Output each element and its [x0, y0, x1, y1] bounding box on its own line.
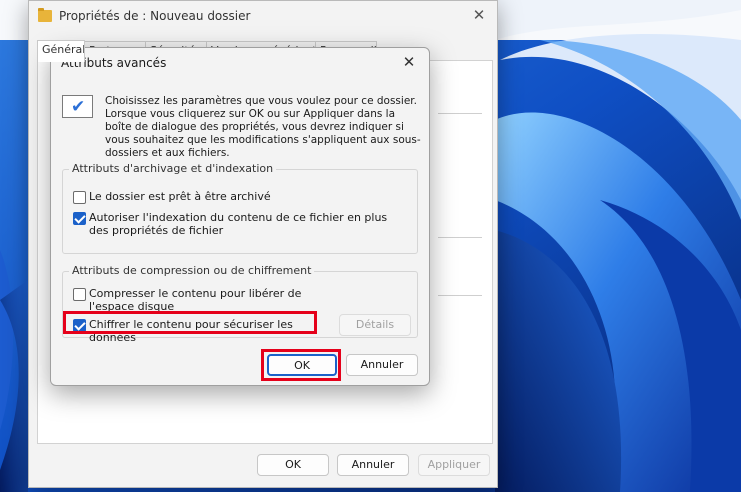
properties-apply-button[interactable]: Appliquer: [418, 454, 490, 476]
divider: [438, 237, 482, 238]
archive-checkbox[interactable]: [73, 191, 86, 204]
checkmark-icon: ✔: [62, 95, 93, 118]
close-icon[interactable]: ✕: [399, 52, 419, 72]
close-icon[interactable]: ✕: [469, 5, 489, 25]
archive-group-legend: Attributs d'archivage et d'indexation: [69, 162, 277, 175]
tab-general[interactable]: Général: [37, 40, 85, 62]
ok-highlight-box: [261, 349, 341, 381]
divider: [438, 113, 482, 114]
compress-group-legend: Attributs de compression ou de chiffreme…: [69, 264, 315, 277]
properties-titlebar: Propriétés de : Nouveau dossier ✕: [29, 1, 497, 33]
index-label: Autoriser l'indexation du contenu de ce …: [89, 211, 388, 237]
properties-window-title: Propriétés de : Nouveau dossier: [59, 9, 251, 23]
properties-ok-button[interactable]: OK: [257, 454, 329, 476]
archive-index-group: Attributs d'archivage et d'indexation Le…: [62, 162, 418, 254]
compress-checkbox[interactable]: [73, 288, 86, 301]
compress-checkbox-row[interactable]: Compresser le contenu pour libérer de l'…: [73, 287, 333, 313]
details-button[interactable]: Détails: [339, 314, 411, 336]
compress-label: Compresser le contenu pour libérer de l'…: [89, 287, 302, 313]
info-text: Choisissez les paramètres que vous voule…: [105, 95, 421, 159]
properties-cancel-button[interactable]: Annuler: [337, 454, 409, 476]
dialog-cancel-button[interactable]: Annuler: [346, 354, 418, 376]
encrypt-highlight-box: [63, 311, 317, 334]
archive-checkbox-row[interactable]: Le dossier est prêt à être archivé: [73, 190, 403, 204]
index-checkbox[interactable]: [73, 212, 86, 225]
archive-label: Le dossier est prêt à être archivé: [89, 190, 271, 203]
divider: [438, 295, 482, 296]
index-checkbox-row[interactable]: Autoriser l'indexation du contenu de ce …: [73, 211, 393, 237]
advanced-attributes-dialog: Attributs avancés ✕ ✔ Choisissez les par…: [50, 47, 430, 386]
folder-icon: [38, 8, 52, 22]
